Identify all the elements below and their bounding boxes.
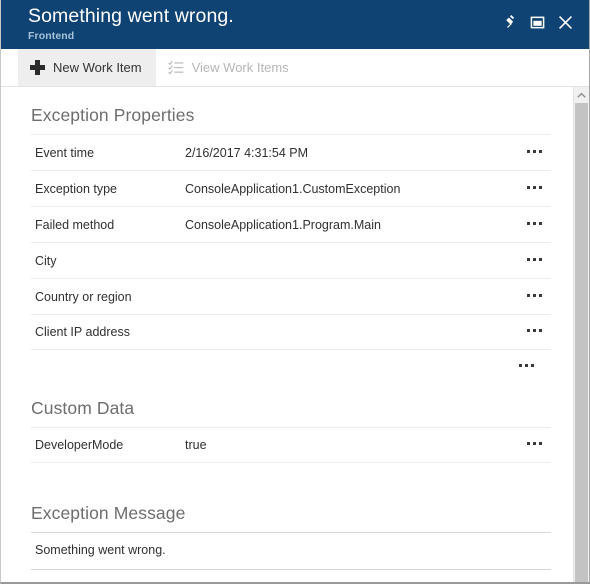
section-exception-properties: Exception Properties Event time 2/16/201… — [31, 87, 551, 384]
new-work-item-label: New Work Item — [53, 60, 142, 75]
property-value: ConsoleApplication1.CustomException — [185, 181, 401, 196]
view-work-items-button[interactable]: View Work Items — [156, 49, 303, 86]
row-more-options-icon[interactable] — [517, 293, 551, 300]
content-area: Exception Properties Event time 2/16/201… — [1, 87, 589, 582]
section-custom-data: Custom Data DeveloperMode true — [31, 384, 551, 463]
property-name: Client IP address — [35, 325, 130, 339]
table-row[interactable]: Failed method ConsoleApplication1.Progra… — [31, 206, 551, 242]
window-title: Something went wrong. — [28, 5, 234, 27]
title-bar-actions — [495, 0, 589, 35]
property-value: 2/16/2017 4:31:54 PM — [185, 145, 309, 160]
section-more-options-row — [31, 350, 551, 384]
section-exception-message: Exception Message Something went wrong. — [31, 489, 551, 570]
row-more-options-icon[interactable] — [517, 329, 551, 335]
property-name: DeveloperMode — [35, 438, 124, 452]
row-more-options-icon[interactable] — [517, 221, 551, 228]
scroll-up-button[interactable] — [574, 87, 589, 103]
section-title-exception-message: Exception Message — [31, 503, 186, 523]
property-name: Event time — [35, 145, 95, 160]
new-work-item-button[interactable]: New Work Item — [18, 49, 156, 86]
pin-icon — [502, 14, 517, 30]
checklist-icon — [167, 60, 184, 75]
table-row[interactable]: Client IP address — [31, 314, 551, 350]
table-row[interactable]: Event time 2/16/2017 4:31:54 PM — [31, 134, 551, 170]
chevron-up-icon — [577, 92, 586, 99]
window-subtitle: Frontend — [28, 30, 75, 42]
pin-button[interactable] — [495, 9, 523, 35]
property-name: Exception type — [35, 181, 117, 196]
table-row[interactable]: Country or region — [31, 278, 551, 314]
table-row[interactable]: DeveloperMode true — [31, 427, 551, 463]
property-name: Failed method — [35, 217, 115, 232]
property-name: Country or region — [35, 289, 132, 304]
title-bar: Something went wrong. Frontend — [1, 0, 589, 49]
maximize-button[interactable] — [523, 9, 551, 35]
exception-details-window: Something went wrong. Frontend New Work … — [0, 0, 590, 584]
property-name: City — [35, 253, 57, 268]
plus-icon — [30, 60, 45, 75]
row-more-options-icon[interactable] — [517, 257, 551, 264]
exception-message-text: Something went wrong. — [31, 533, 551, 570]
view-work-items-label: View Work Items — [191, 60, 289, 75]
table-row[interactable]: Exception type ConsoleApplication1.Custo… — [31, 170, 551, 206]
toolbar: New Work Item View Work Items — [1, 49, 589, 87]
section-more-options-icon[interactable] — [509, 364, 543, 370]
vertical-scrollbar[interactable] — [573, 87, 589, 582]
section-title-custom-data: Custom Data — [31, 398, 135, 418]
row-more-options-icon[interactable] — [517, 149, 551, 156]
row-more-options-icon[interactable] — [517, 185, 551, 192]
exception-message-block: Something went wrong. — [31, 532, 551, 570]
close-button[interactable] — [551, 9, 579, 35]
table-row[interactable]: City — [31, 242, 551, 278]
property-value: ConsoleApplication1.Program.Main — [185, 217, 381, 232]
maximize-icon — [530, 15, 545, 30]
property-value: true — [185, 438, 207, 452]
section-title-exception-properties: Exception Properties — [31, 105, 195, 125]
close-icon — [557, 14, 574, 31]
scrollbar-thumb[interactable] — [575, 103, 588, 582]
title-bar-text-group: Something went wrong. Frontend — [1, 0, 495, 43]
scroll-content: Exception Properties Event time 2/16/201… — [1, 87, 573, 582]
row-more-options-icon[interactable] — [517, 442, 551, 448]
